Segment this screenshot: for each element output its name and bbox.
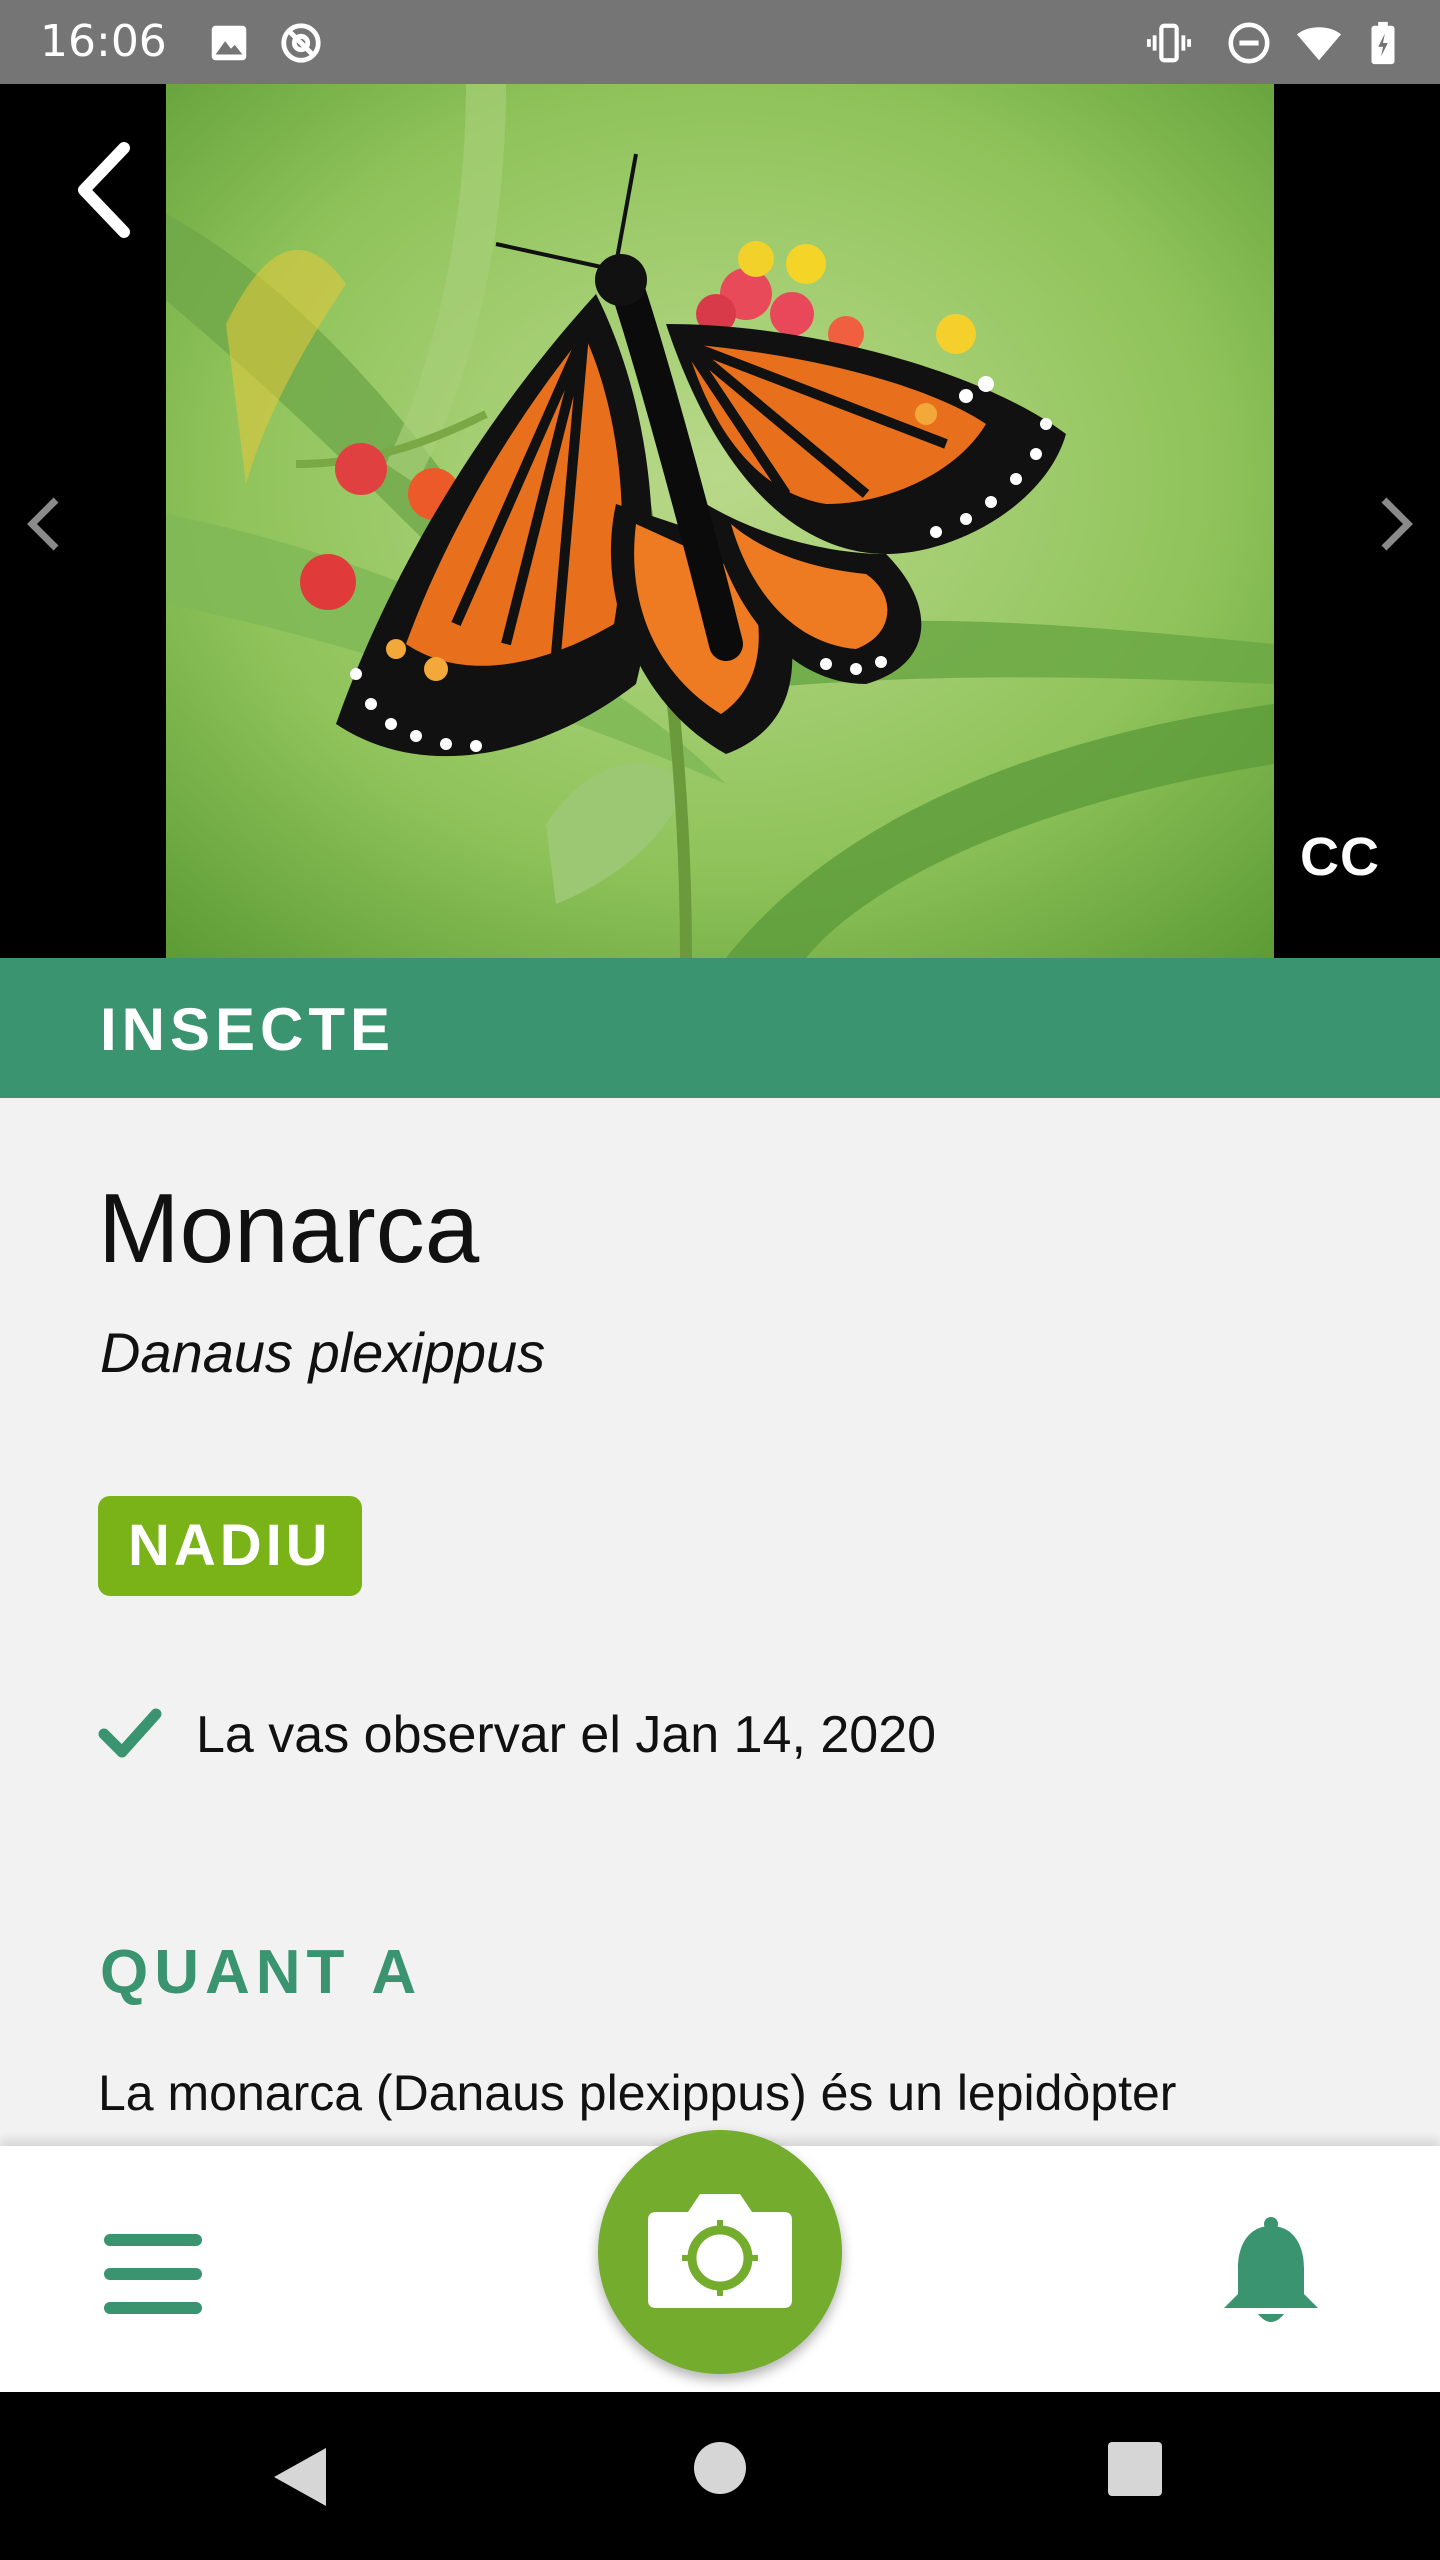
- native-status-badge: NADIU: [98, 1496, 362, 1596]
- menu-icon[interactable]: [100, 2226, 206, 2322]
- system-back-icon[interactable]: [270, 2444, 330, 2510]
- category-label: INSECTE: [100, 996, 396, 1063]
- do-not-disturb-icon: [1228, 22, 1270, 64]
- category-banner: INSECTE: [0, 958, 1440, 1098]
- bell-icon[interactable]: [1218, 2216, 1324, 2328]
- system-home-icon[interactable]: [694, 2442, 746, 2494]
- camera-button[interactable]: [598, 2130, 842, 2374]
- vibrate-icon: [1146, 23, 1192, 63]
- image-icon: [211, 25, 247, 61]
- system-navigation-bar: [0, 2392, 1440, 2560]
- back-arrow-icon[interactable]: [64, 140, 144, 240]
- system-recents-icon[interactable]: [1108, 2442, 1162, 2496]
- species-photo: [166, 84, 1274, 958]
- species-scientific-name: Danaus plexippus: [100, 1321, 546, 1384]
- status-bar: 16:06: [0, 0, 1440, 84]
- species-photo-carousel[interactable]: CC: [0, 84, 1440, 958]
- monarch-butterfly-image: [166, 84, 1274, 958]
- about-text: La monarca (Danaus plexippus) és un lepi…: [98, 2065, 1177, 2121]
- chevron-right-icon[interactable]: [1376, 494, 1416, 554]
- about-heading: QUANT A: [100, 1938, 423, 2007]
- bottom-navigation: [0, 2130, 1440, 2392]
- status-time: 16:06: [40, 16, 167, 67]
- species-common-name: Monarca: [98, 1173, 480, 1283]
- checkmark-icon: [98, 1708, 162, 1758]
- chevron-left-icon[interactable]: [24, 494, 64, 554]
- observed-date-text: La vas observar el Jan 14, 2020: [196, 1706, 937, 1764]
- license-label[interactable]: CC: [1300, 826, 1380, 888]
- at-sign-icon: [281, 23, 321, 63]
- battery-icon: [1371, 21, 1395, 65]
- camera-icon: [648, 2194, 792, 2308]
- wifi-icon: [1296, 27, 1342, 61]
